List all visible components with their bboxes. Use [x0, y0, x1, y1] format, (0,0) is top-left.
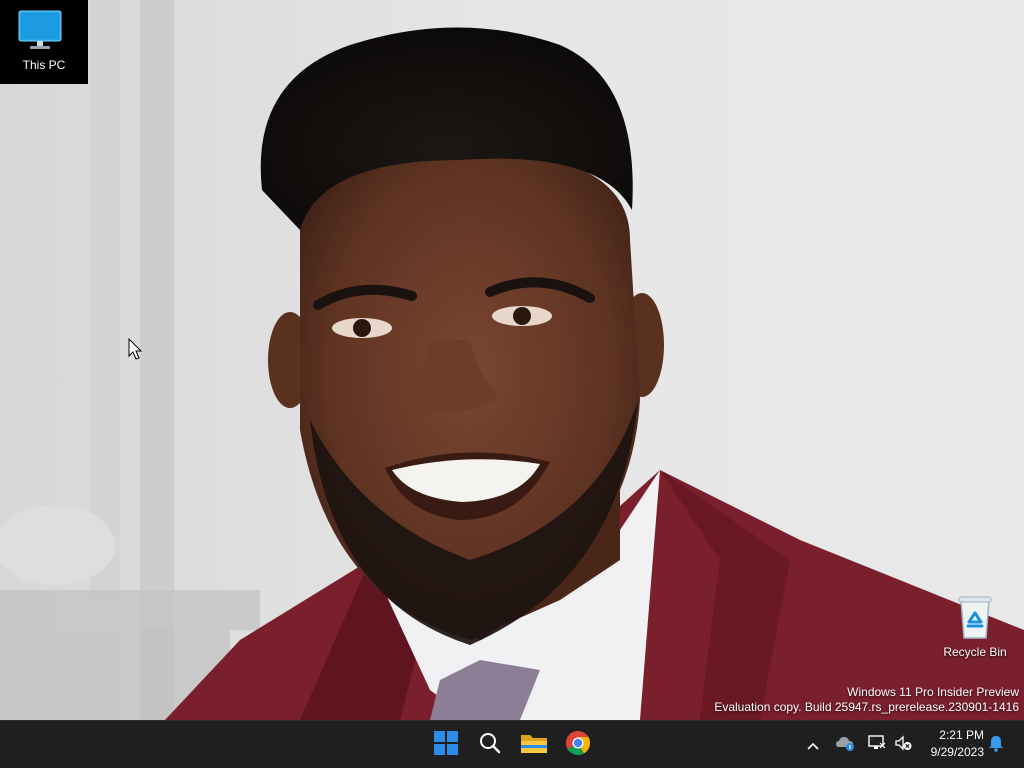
desktop-icon-label: Recycle Bin	[943, 645, 1007, 659]
onedrive-icon	[835, 735, 855, 755]
folder-icon	[520, 731, 548, 759]
search-button[interactable]	[470, 725, 510, 765]
desktop-wallpaper	[0, 0, 1024, 720]
computer-monitor-icon	[18, 10, 62, 53]
system-clock[interactable]: 2:21 PM 9/29/2023	[916, 727, 984, 761]
windows-logo-icon	[434, 731, 458, 759]
clock-date: 9/29/2023	[930, 745, 984, 759]
watermark-build: Evaluation copy. Build 25947.rs_prerelea…	[714, 700, 1019, 714]
windows-evaluation-watermark: Windows 11 Pro Insider Preview Evaluatio…	[714, 685, 1019, 715]
volume-tray-button[interactable]	[892, 733, 914, 757]
desktop-icon-recycle-bin[interactable]: Recycle Bin	[937, 594, 1013, 659]
chrome-button[interactable]	[558, 725, 598, 765]
recycle-bin-icon	[937, 594, 1013, 643]
show-hidden-icons-button[interactable]	[802, 733, 824, 757]
notifications-button[interactable]	[985, 733, 1007, 757]
taskbar: 2:21 PM 9/29/2023	[0, 720, 1024, 768]
file-explorer-button[interactable]	[514, 725, 554, 765]
chevron-up-icon	[806, 736, 820, 755]
start-button[interactable]	[426, 725, 466, 765]
clock-time: 2:21 PM	[939, 728, 984, 742]
desktop-icon-label: This PC	[22, 58, 66, 72]
watermark-edition: Windows 11 Pro Insider Preview	[847, 685, 1019, 699]
mouse-cursor-icon	[128, 338, 143, 360]
onedrive-tray-button[interactable]	[834, 733, 856, 757]
search-icon	[478, 731, 502, 759]
volume-muted-icon	[894, 735, 912, 755]
chrome-icon	[565, 730, 591, 760]
notification-bell-icon	[987, 734, 1005, 756]
desktop-icon-this-pc[interactable]: This PC	[0, 0, 88, 84]
network-tray-button[interactable]	[866, 733, 888, 757]
network-icon	[868, 735, 886, 755]
